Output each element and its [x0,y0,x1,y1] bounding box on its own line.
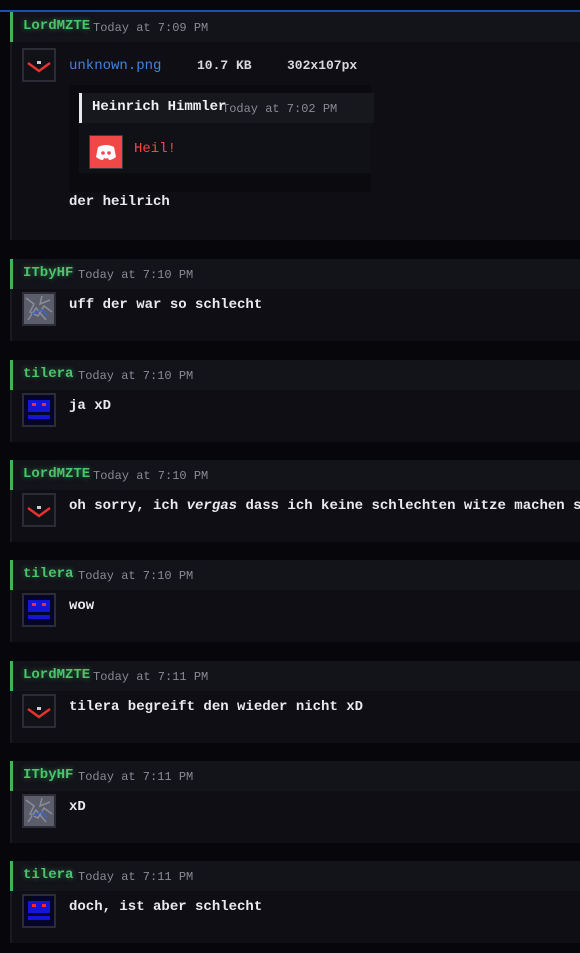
author-name[interactable]: tilera [23,366,73,382]
message: ITbyHF Today at 7:11 PM xD [10,761,580,843]
message: ITbyHF Today at 7:10 PM uff der war so s… [10,259,580,341]
message-header: LordMZTE Today at 7:09 PM [10,12,580,42]
timestamp: Today at 7:11 PM [78,870,194,884]
embedded-message: Heinrich Himmler Today at 7:02 PM Heil! [79,93,374,173]
message-text: uff der war so schlecht [69,297,263,313]
timestamp: Today at 7:11 PM [93,670,209,684]
message: LordMZTE Today at 7:09 PM unknown.png 10… [10,12,580,240]
embedded-timestamp: Today at 7:02 PM [222,102,338,116]
message-header: tilera Today at 7:10 PM [10,560,580,590]
message-text: ja xD [69,398,112,414]
author-name[interactable]: LordMZTE [23,18,90,34]
noise-pattern-icon [24,796,54,826]
noise-pattern-icon [24,294,54,324]
message: tilera Today at 7:10 PM ja xD [10,360,580,442]
message: LordMZTE Today at 7:10 PM oh sorry, ich … [10,460,580,542]
message-text: doch, ist aber schlecht [69,899,263,915]
message-header: LordMZTE Today at 7:10 PM [10,460,580,490]
attachment-dimensions: 302x107px [287,58,358,73]
avatar[interactable] [22,794,56,828]
avatar[interactable] [22,48,56,82]
message-text-part: dass ich keine schlechten witze machen s… [237,498,580,514]
message-text-emphasis: vergas [186,498,238,514]
message-header: ITbyHF Today at 7:11 PM [10,761,580,791]
embedded-message-header: Heinrich Himmler Today at 7:02 PM [79,93,374,123]
author-name[interactable]: tilera [23,867,73,883]
chevron-icon [27,61,51,73]
timestamp: Today at 7:09 PM [93,21,209,35]
timestamp: Today at 7:10 PM [78,569,194,583]
chevron-icon [27,506,51,518]
blue-block-icon [24,595,54,625]
message: tilera Today at 7:11 PM doch, ist aber s… [10,861,580,943]
author-name[interactable]: ITbyHF [23,265,73,281]
avatar[interactable] [22,493,56,527]
author-name[interactable]: LordMZTE [23,667,90,683]
avatar[interactable] [22,593,56,627]
timestamp: Today at 7:10 PM [93,469,209,483]
author-name[interactable]: ITbyHF [23,767,73,783]
message-text-part: oh sorry, ich [69,498,187,514]
avatar[interactable] [22,894,56,928]
message-text: der heilrich [69,194,170,210]
chevron-icon [27,707,51,719]
author-name[interactable]: tilera [23,566,73,582]
message-text: wow [69,598,95,614]
message-header: tilera Today at 7:11 PM [10,861,580,891]
attachment-size: 10.7 KB [197,58,252,73]
message-text: oh sorry, ich vergas dass ich keine schl… [69,498,580,514]
message-text: xD [69,799,86,815]
blue-block-icon [24,896,54,926]
timestamp: Today at 7:10 PM [78,369,194,383]
avatar[interactable] [22,393,56,427]
message: LordMZTE Today at 7:11 PM tilera begreif… [10,661,580,743]
timestamp: Today at 7:10 PM [78,268,194,282]
avatar[interactable] [22,292,56,326]
message-header: ITbyHF Today at 7:10 PM [10,259,580,289]
message-header: tilera Today at 7:10 PM [10,360,580,390]
message-text: tilera begreift den wieder nicht xD [69,699,364,715]
avatar[interactable] [22,694,56,728]
attachment-image[interactable]: Heinrich Himmler Today at 7:02 PM Heil! [69,85,374,192]
embedded-message-text: Heil! [134,141,177,157]
blue-block-icon [24,395,54,425]
author-name[interactable]: LordMZTE [23,466,90,482]
timestamp: Today at 7:11 PM [78,770,194,784]
embedded-author-name: Heinrich Himmler [92,99,227,115]
message: tilera Today at 7:10 PM wow [10,560,580,642]
discord-icon [89,135,123,169]
message-header: LordMZTE Today at 7:11 PM [10,661,580,691]
attachment-link[interactable]: unknown.png [69,58,161,74]
